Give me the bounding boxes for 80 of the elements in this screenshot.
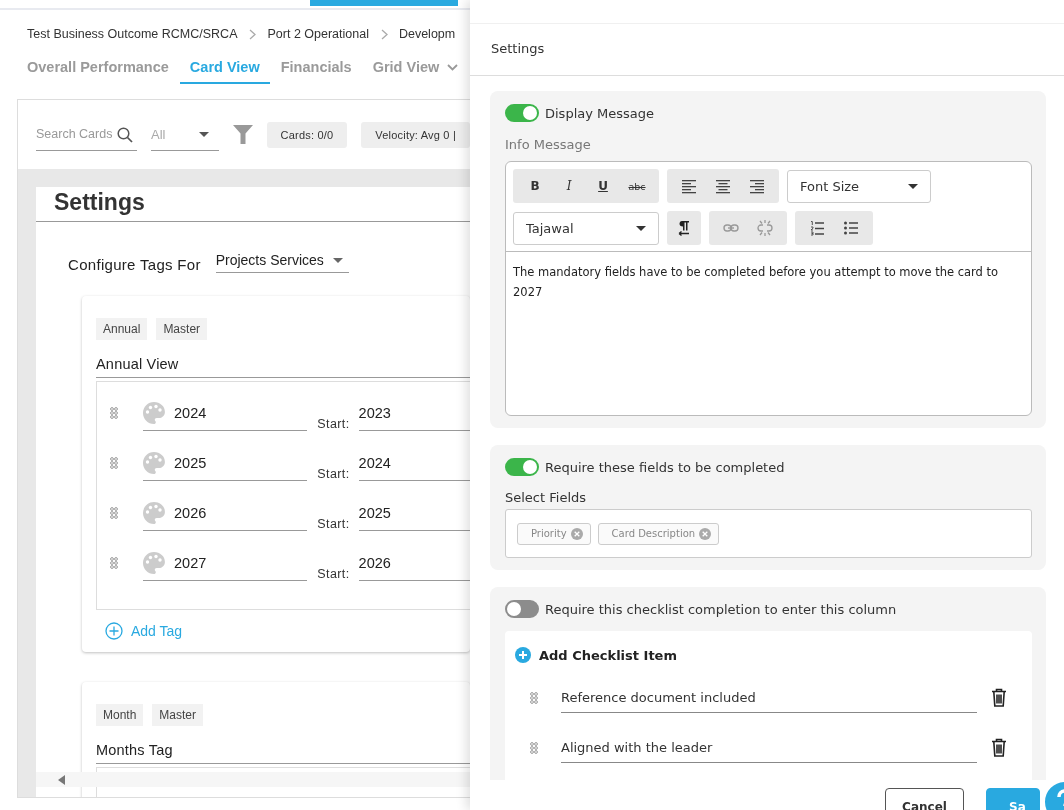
drag-handle-icon[interactable] xyxy=(110,407,118,419)
field-label: Info Message xyxy=(505,137,592,152)
group-name-field[interactable]: Annual View xyxy=(96,356,470,378)
scroll-left-icon[interactable] xyxy=(58,774,65,785)
tag-chip: Master xyxy=(152,704,204,726)
tag-name-field[interactable]: 2026 xyxy=(143,495,308,531)
add-checklist-item-button[interactable]: Add Checklist Item xyxy=(515,647,677,663)
field-chip: Priority xyxy=(517,522,591,545)
unlink-icon[interactable] xyxy=(757,220,773,236)
italic-button[interactable]: I xyxy=(552,169,586,203)
drag-handle-icon[interactable] xyxy=(530,691,538,704)
panel-title: Settings xyxy=(491,41,545,56)
trash-icon[interactable] xyxy=(991,738,1007,757)
project-dropdown[interactable]: Projects Services xyxy=(215,252,349,273)
toggle-switch[interactable] xyxy=(505,458,539,476)
settings-heading: Settings xyxy=(36,187,470,222)
checklist-item-field[interactable]: Reference document included xyxy=(561,682,977,713)
link-icon[interactable] xyxy=(723,223,739,233)
checklist-item-field[interactable]: Aligned with the leader xyxy=(561,732,977,763)
start-label: Start: xyxy=(317,417,350,431)
filter-icon[interactable] xyxy=(232,125,253,144)
paragraph-icon[interactable] xyxy=(678,220,690,236)
bullet-list-icon[interactable] xyxy=(844,221,858,235)
toggle-label: Require this checklist completion to enter this column xyxy=(545,601,897,617)
drag-handle-icon[interactable] xyxy=(110,457,118,469)
remove-icon[interactable] xyxy=(699,527,712,540)
plus-circle-icon xyxy=(515,647,531,663)
chevron-right-icon xyxy=(249,28,257,40)
breadcrumb-link[interactable]: Developm xyxy=(398,27,456,41)
chevron-right-icon xyxy=(380,28,388,40)
tag-name-field[interactable]: 2025 xyxy=(143,445,308,481)
start-label: Start: xyxy=(317,467,350,481)
palette-icon[interactable] xyxy=(143,401,165,424)
toggle-label: Require these fields to be completed xyxy=(545,459,785,475)
drag-handle-icon[interactable] xyxy=(110,557,118,569)
rich-text-editor[interactable]: B I U abc Font Size Tajawal The mandatory fields have to be completed before you attempt to move the card to 2027 xyxy=(505,161,1032,416)
align-right-icon[interactable] xyxy=(750,178,764,194)
tag-chip: Annual xyxy=(96,318,148,340)
remove-icon[interactable] xyxy=(570,527,583,540)
search-field[interactable]: Search Cards xyxy=(36,118,137,151)
tag-name-field[interactable]: 2027 xyxy=(143,545,308,581)
drag-handle-icon[interactable] xyxy=(110,507,118,519)
palette-icon[interactable] xyxy=(143,501,165,524)
caret-icon xyxy=(332,257,343,263)
drag-handle-icon[interactable] xyxy=(530,741,538,754)
bold-button[interactable]: B xyxy=(518,169,552,203)
message-text: The mandatory fields have to be completed before you attempt to move the card to 2027 xyxy=(512,264,1000,301)
toggle-label: Display Message xyxy=(545,105,655,121)
field-label: Select Fields xyxy=(505,490,587,505)
toggle-switch[interactable] xyxy=(505,600,539,618)
search-icon xyxy=(117,126,133,143)
field-chip: Card Description xyxy=(597,522,720,545)
select-fields-input[interactable]: Priority Card Description xyxy=(505,509,1032,558)
configure-label: Configure Tags For xyxy=(68,256,201,273)
font-family-dropdown[interactable]: Tajawal xyxy=(513,211,659,245)
palette-icon[interactable] xyxy=(143,451,165,474)
tag-chip: Month xyxy=(96,704,144,726)
horizontal-scrollbar[interactable] xyxy=(36,772,470,787)
breadcrumb-link[interactable]: Port 2 Operational xyxy=(267,27,369,41)
numbered-list-icon[interactable] xyxy=(810,220,824,236)
align-left-icon[interactable] xyxy=(682,178,696,194)
plus-circle-icon xyxy=(105,622,123,640)
group-name-field[interactable]: Months Tag xyxy=(96,742,470,764)
caret-icon xyxy=(636,225,646,231)
start-label: Start: xyxy=(317,517,350,531)
caret-icon xyxy=(198,131,209,137)
stat-chip[interactable]: Velocity: Avg 0 | xyxy=(361,121,470,148)
font-size-dropdown[interactable]: Font Size xyxy=(787,169,931,203)
palette-icon[interactable] xyxy=(143,551,165,574)
stat-chip[interactable]: Cards: 0/0 xyxy=(266,121,348,148)
caret-icon xyxy=(908,183,918,189)
trash-icon[interactable] xyxy=(991,688,1007,707)
breadcrumb-link[interactable]: Test Business Outcome RCMC/SRCA xyxy=(27,27,238,41)
underline-button[interactable]: U xyxy=(586,169,620,203)
tag-chip: Master xyxy=(156,318,208,340)
align-center-icon[interactable] xyxy=(716,178,730,194)
tag-name-field[interactable]: 2024 xyxy=(143,395,308,431)
strikethrough-button[interactable]: abc xyxy=(620,169,654,203)
toggle-switch[interactable] xyxy=(505,104,539,122)
start-label: Start: xyxy=(317,567,350,581)
